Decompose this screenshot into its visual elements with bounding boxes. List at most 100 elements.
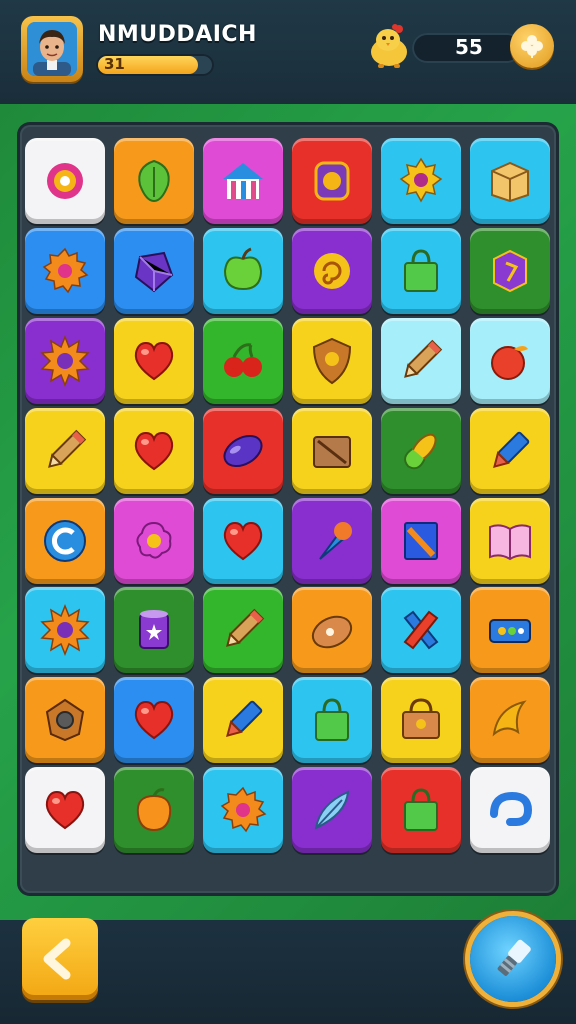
pencil-icon bbox=[226, 608, 265, 647]
player-avatar-icon bbox=[27, 22, 77, 76]
can-icon bbox=[139, 610, 169, 649]
bag-icon bbox=[404, 249, 438, 292]
tile-r2-c5[interactable] bbox=[381, 228, 461, 314]
tile-r4-c3[interactable] bbox=[203, 408, 283, 494]
tile-r1-c1[interactable] bbox=[25, 138, 105, 224]
level-number: 31 bbox=[104, 55, 125, 73]
tile-r4-c2[interactable] bbox=[114, 408, 194, 494]
crayon-icon bbox=[226, 700, 263, 737]
tile-r5-c6[interactable] bbox=[470, 498, 550, 584]
add-currency-button[interactable] bbox=[510, 24, 554, 68]
avatar[interactable] bbox=[21, 16, 83, 82]
tile-r4-c6[interactable] bbox=[470, 408, 550, 494]
tile-r2-c4[interactable] bbox=[292, 228, 372, 314]
tile-r3-c1[interactable] bbox=[25, 318, 105, 404]
tile-r3-c4[interactable] bbox=[292, 318, 372, 404]
tile-r2-c2[interactable] bbox=[114, 228, 194, 314]
sun-icon bbox=[40, 335, 90, 387]
tile-r7-c2[interactable] bbox=[114, 677, 194, 763]
fruit-icon bbox=[491, 346, 528, 380]
tile-r3-c5[interactable] bbox=[381, 318, 461, 404]
tile-r4-c1[interactable] bbox=[25, 408, 105, 494]
tile-r2-c1[interactable] bbox=[25, 228, 105, 314]
tile-r2-c6[interactable] bbox=[470, 228, 550, 314]
tile-r8-c3[interactable] bbox=[203, 767, 283, 853]
chevron-left-icon bbox=[43, 938, 71, 980]
tile-r1-c2[interactable] bbox=[114, 138, 194, 224]
tile-r2-c3[interactable] bbox=[203, 228, 283, 314]
pencil-icon bbox=[48, 429, 87, 468]
heart-icon bbox=[45, 790, 85, 830]
tile-r6-c6[interactable] bbox=[470, 587, 550, 673]
tile-r6-c3[interactable] bbox=[203, 587, 283, 673]
corn-icon bbox=[404, 433, 437, 470]
hook-icon bbox=[490, 791, 533, 826]
badge-icon bbox=[399, 157, 443, 203]
tile-r7-c3[interactable] bbox=[203, 677, 283, 763]
tile-r8-c5[interactable] bbox=[381, 767, 461, 853]
currency-count: 55 bbox=[455, 35, 483, 59]
flower-icon bbox=[136, 521, 172, 559]
player-name: NMUDDAICH bbox=[98, 22, 257, 47]
tile-r5-c3[interactable] bbox=[203, 498, 283, 584]
donut-icon bbox=[47, 163, 83, 199]
tile-r8-c4[interactable] bbox=[292, 767, 372, 853]
box-icon bbox=[491, 161, 529, 203]
tile-r6-c5[interactable] bbox=[381, 587, 461, 673]
tray-icon bbox=[489, 619, 531, 643]
heart-icon bbox=[134, 700, 174, 740]
tile-r5-c2[interactable] bbox=[114, 498, 194, 584]
basket-icon bbox=[402, 698, 440, 739]
swirl-icon bbox=[314, 253, 350, 289]
cone-icon bbox=[319, 522, 352, 560]
open-book-icon bbox=[489, 524, 531, 561]
tile-r4-c4[interactable] bbox=[292, 408, 372, 494]
tile-board bbox=[20, 125, 556, 893]
tile-r8-c6[interactable] bbox=[470, 767, 550, 853]
apple-icon bbox=[223, 247, 263, 291]
book-icon bbox=[404, 522, 438, 560]
tile-r6-c4[interactable] bbox=[292, 587, 372, 673]
tile-r3-c2[interactable] bbox=[114, 318, 194, 404]
hint-tool-icon bbox=[497, 939, 531, 976]
feather-icon bbox=[314, 790, 350, 830]
tile-r1-c4[interactable] bbox=[292, 138, 372, 224]
tile-r8-c2[interactable] bbox=[114, 767, 194, 853]
tile-r5-c4[interactable] bbox=[292, 498, 372, 584]
tile-r7-c4[interactable] bbox=[292, 677, 372, 763]
tile-r6-c2[interactable] bbox=[114, 587, 194, 673]
back-button[interactable] bbox=[22, 918, 98, 1000]
tile-r6-c1[interactable] bbox=[25, 587, 105, 673]
jar-icon bbox=[314, 161, 350, 201]
heart-icon bbox=[134, 341, 174, 381]
nut-icon bbox=[45, 698, 85, 742]
c-swirl-icon bbox=[44, 520, 86, 562]
frame-icon bbox=[313, 436, 351, 468]
tile-r7-c1[interactable] bbox=[25, 677, 105, 763]
hint-button[interactable] bbox=[470, 916, 556, 1002]
gear-icon bbox=[42, 247, 89, 294]
shield-icon bbox=[312, 337, 352, 385]
tile-r3-c3[interactable] bbox=[203, 318, 283, 404]
bag-icon bbox=[404, 788, 438, 831]
tile-r7-c5[interactable] bbox=[381, 677, 461, 763]
peach-icon bbox=[136, 788, 172, 832]
house-icon bbox=[223, 163, 263, 199]
tile-r1-c6[interactable] bbox=[470, 138, 550, 224]
tile-r4-c5[interactable] bbox=[381, 408, 461, 494]
tile-r5-c1[interactable] bbox=[25, 498, 105, 584]
bread-icon bbox=[311, 615, 353, 649]
cube-icon bbox=[493, 249, 527, 293]
heart-icon bbox=[223, 521, 263, 561]
cross-icon bbox=[403, 610, 439, 650]
tile-r3-c6[interactable] bbox=[470, 318, 550, 404]
crayon-icon bbox=[493, 431, 530, 468]
tile-r8-c1[interactable] bbox=[25, 767, 105, 853]
tile-r7-c6[interactable] bbox=[470, 677, 550, 763]
banana-icon bbox=[492, 700, 527, 737]
tile-r1-c3[interactable] bbox=[203, 138, 283, 224]
tile-r5-c5[interactable] bbox=[381, 498, 461, 584]
sun-icon bbox=[40, 604, 90, 656]
gear-icon bbox=[220, 786, 267, 833]
tile-r1-c5[interactable] bbox=[381, 138, 461, 224]
